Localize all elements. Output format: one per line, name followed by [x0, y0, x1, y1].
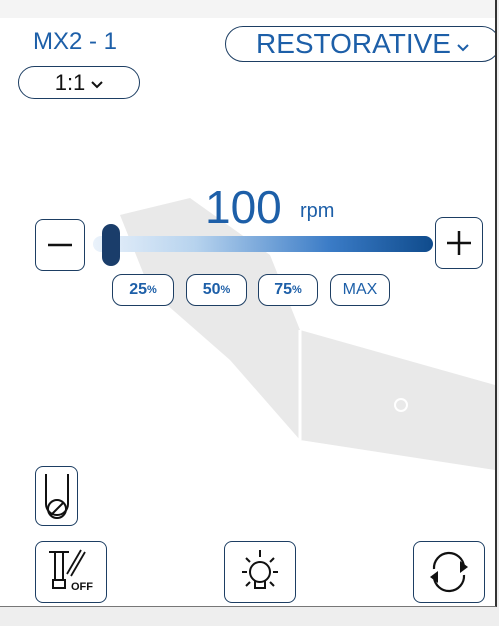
- preset-25-suffix: %: [147, 284, 157, 296]
- preset-25-number: 25: [129, 281, 147, 298]
- preset-75-number: 75: [274, 281, 292, 298]
- device-name: MX2 - 1: [33, 28, 118, 55]
- preset-50-suffix: %: [220, 284, 231, 296]
- plus-icon: [447, 231, 471, 255]
- spray-off-button[interactable]: OFF: [35, 541, 107, 603]
- bur-icon: [44, 474, 69, 519]
- spray-off-icon: OFF: [49, 549, 93, 593]
- rotate-icon: [430, 551, 468, 593]
- ratio-dropdown[interactable]: 1:1: [18, 66, 140, 99]
- light-button[interactable]: [224, 541, 296, 603]
- mode-label: RESTORATIVE: [255, 28, 451, 59]
- increase-speed-button[interactable]: [435, 217, 483, 269]
- preset-50-button[interactable]: 50%: [186, 274, 247, 306]
- speed-unit: rpm: [300, 200, 335, 222]
- speed-value: 100: [205, 181, 282, 233]
- ratio-label: 1:1: [54, 69, 86, 95]
- motor-control-panel: MX2 - 1 RESTORATIVE 1:1 100 rpm 25% 50% …: [0, 0, 497, 607]
- speed-slider-thumb[interactable]: [102, 224, 120, 266]
- light-bulb-icon: [242, 550, 278, 589]
- chevron-down-icon: [457, 28, 469, 60]
- rotation-direction-button[interactable]: [413, 541, 485, 603]
- preset-max-label: MAX: [342, 281, 378, 298]
- off-label: OFF: [71, 581, 93, 593]
- decrease-speed-button[interactable]: [35, 219, 85, 271]
- chevron-down-icon: [91, 70, 104, 96]
- preset-max-button[interactable]: MAX: [330, 274, 390, 306]
- speed-slider-track[interactable]: [93, 236, 433, 252]
- preset-75-button[interactable]: 75%: [258, 274, 318, 306]
- preset-50-number: 50: [202, 281, 221, 298]
- bur-change-button[interactable]: [35, 466, 78, 526]
- preset-75-suffix: %: [292, 284, 302, 296]
- preset-25-button[interactable]: 25%: [112, 274, 174, 306]
- minus-icon: [48, 243, 72, 247]
- mode-dropdown[interactable]: RESTORATIVE: [225, 26, 495, 62]
